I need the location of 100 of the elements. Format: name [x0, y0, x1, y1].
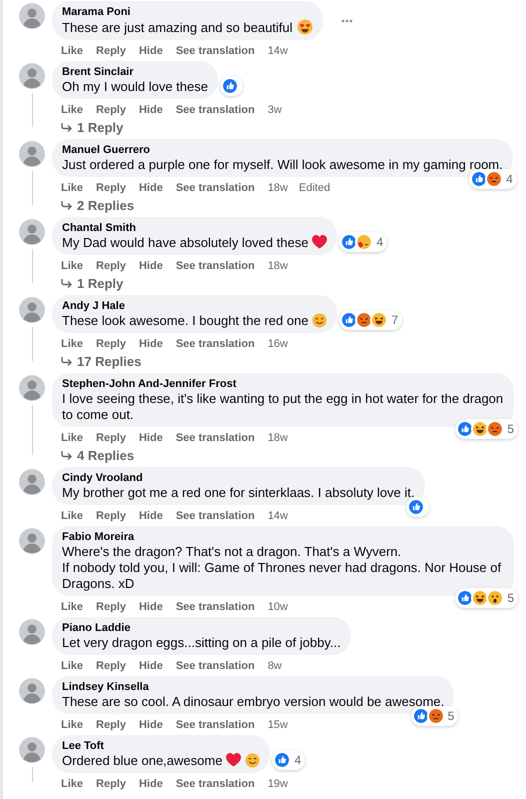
comment-action-link[interactable]: See translation	[176, 508, 255, 524]
reaction-badge[interactable]: 5	[410, 706, 458, 726]
comment-action-link[interactable]: Hide	[138, 42, 163, 60]
comment-action-link[interactable]: Reply	[96, 658, 126, 674]
comment-action-link[interactable]: See translation	[176, 42, 255, 60]
author-name[interactable]: Lindsey Kinsella	[62, 680, 444, 694]
author-name[interactable]: Stephen-John And-Jennifer Frost	[62, 377, 504, 391]
more-icon	[340, 18, 353, 22]
comment-action-link[interactable]: See translation	[176, 598, 255, 616]
reply-arrow-icon	[61, 279, 72, 288]
view-replies-link[interactable]: 4 Replies	[52, 446, 134, 465]
reaction-count: 7	[391, 313, 398, 327]
comment-action-link[interactable]: Like	[61, 658, 84, 674]
comment-action-link[interactable]: Reply	[96, 598, 126, 616]
comment-time[interactable]: 8w	[268, 658, 282, 674]
comment-action-link[interactable]: Hide	[138, 658, 163, 674]
avatar-icon	[19, 219, 45, 245]
reaction-badge[interactable]: 4	[272, 750, 306, 770]
avatar-icon	[19, 469, 45, 495]
avatar-icon	[19, 375, 45, 401]
comment-action-link[interactable]: Like	[61, 42, 84, 60]
comment-time[interactable]: 3w	[268, 102, 282, 118]
comment-time[interactable]: 18w	[268, 180, 288, 196]
reaction-badge[interactable]	[406, 497, 429, 517]
comment-action-link[interactable]: Like	[61, 180, 84, 196]
avatar-icon	[19, 297, 45, 323]
comment-action-link[interactable]: Hide	[138, 508, 163, 524]
comment-action-link[interactable]: Hide	[138, 336, 163, 352]
comment-action-link[interactable]: Like	[61, 430, 84, 446]
comment-action-link[interactable]: See translation	[176, 716, 255, 734]
comment-action-link[interactable]: Like	[61, 716, 84, 734]
comment-action-link[interactable]: Reply	[96, 776, 126, 792]
comment-action-link[interactable]: Hide	[138, 180, 163, 196]
author-name[interactable]: Piano Laddie	[62, 621, 341, 635]
comment-time[interactable]: 10w	[268, 598, 288, 616]
comment-action-link[interactable]: See translation	[176, 102, 255, 118]
reply-arrow-icon	[61, 201, 72, 210]
comment-time[interactable]: 19w	[268, 776, 288, 792]
reaction-badge[interactable]: 4	[339, 232, 388, 252]
reaction-badge[interactable]	[220, 76, 243, 96]
author-name[interactable]: Fabio Moreira	[62, 530, 504, 544]
reaction-count: 4	[506, 172, 513, 186]
comment-text: My Dad would have absolutely loved these	[62, 235, 328, 251]
comment-time[interactable]: 18w	[268, 430, 288, 446]
comment-action-link[interactable]: See translation	[176, 258, 255, 274]
comment-action-link[interactable]: Hide	[138, 776, 163, 792]
avatar-icon	[19, 678, 45, 704]
comment-time[interactable]: 16w	[268, 336, 288, 352]
reaction-badge[interactable]: 7	[339, 310, 402, 330]
comment-action-link[interactable]: Reply	[96, 508, 126, 524]
reply-arrow-icon	[61, 451, 72, 460]
comment-action-link[interactable]: See translation	[176, 430, 255, 446]
comment-action-link[interactable]: Like	[61, 336, 84, 352]
view-replies-link[interactable]: 1 Reply	[52, 118, 124, 137]
author-name[interactable]: Marama Poni	[62, 5, 313, 19]
view-replies-link[interactable]: 17 Replies	[52, 352, 142, 371]
comment-action-link[interactable]: Hide	[138, 716, 163, 734]
comment-text: Let very dragon eggs...sitting on a pile of jobby...	[62, 635, 341, 651]
comment-action-link[interactable]: Like	[61, 102, 84, 118]
author-name[interactable]: Chantal Smith	[62, 221, 328, 235]
comment-action-link[interactable]: Like	[61, 598, 84, 616]
comment-action-link[interactable]: See translation	[176, 180, 255, 196]
reaction-badge[interactable]: 5	[455, 419, 518, 439]
comment-time[interactable]: 14w	[268, 42, 288, 60]
view-replies-link[interactable]: 1 Reply	[52, 274, 124, 293]
author-name[interactable]: Andy J Hale	[62, 299, 328, 313]
comment-action-link[interactable]: Reply	[96, 336, 126, 352]
comment-time[interactable]: 14w	[268, 508, 288, 524]
reply-arrow-icon	[61, 123, 72, 132]
author-name[interactable]: Cindy Vrooland	[62, 471, 415, 485]
comment-action-link[interactable]: Hide	[138, 430, 163, 446]
comment-text: My brother got me a red one for sinterklaas. I absoluty love it.	[62, 485, 415, 501]
comment-action-link[interactable]: See translation	[176, 658, 255, 674]
comment-action-link[interactable]: Reply	[96, 180, 126, 196]
comment-action-link[interactable]: Hide	[138, 102, 163, 118]
comment-action-link[interactable]: Hide	[138, 598, 163, 616]
comment-action-link[interactable]: Reply	[96, 102, 126, 118]
comment-action-link[interactable]: Reply	[96, 258, 126, 274]
comment-action-link[interactable]: Reply	[96, 430, 126, 446]
comment-time[interactable]: 15w	[268, 716, 288, 734]
reaction-count: 4	[294, 753, 302, 767]
comment-time[interactable]: 18w	[268, 258, 288, 274]
avatar-icon	[19, 141, 45, 167]
comment-action-link[interactable]: Hide	[138, 258, 163, 274]
author-name[interactable]: Brent Sinclair	[62, 65, 208, 79]
view-replies-link[interactable]: 2 Replies	[52, 196, 134, 215]
comment-action-link[interactable]: Like	[61, 258, 84, 274]
comment-action-link[interactable]: Like	[61, 776, 84, 792]
comment-action-link[interactable]: See translation	[176, 776, 255, 792]
reaction-badge[interactable]: 5	[455, 588, 518, 608]
avatar-icon	[19, 619, 45, 645]
comment-action-link[interactable]: Reply	[96, 716, 126, 734]
comment-action-link[interactable]: Reply	[96, 42, 126, 60]
comment-text: Oh my I would love these	[62, 79, 208, 95]
comment-action-link[interactable]: Like	[61, 508, 84, 524]
author-name[interactable]: Lee Toft	[62, 739, 260, 753]
reaction-badge[interactable]: 4	[469, 169, 517, 189]
author-name[interactable]: Manuel Guerrero	[62, 143, 503, 157]
comment-action-link[interactable]: See translation	[176, 336, 255, 352]
reaction-count: 5	[507, 422, 514, 436]
